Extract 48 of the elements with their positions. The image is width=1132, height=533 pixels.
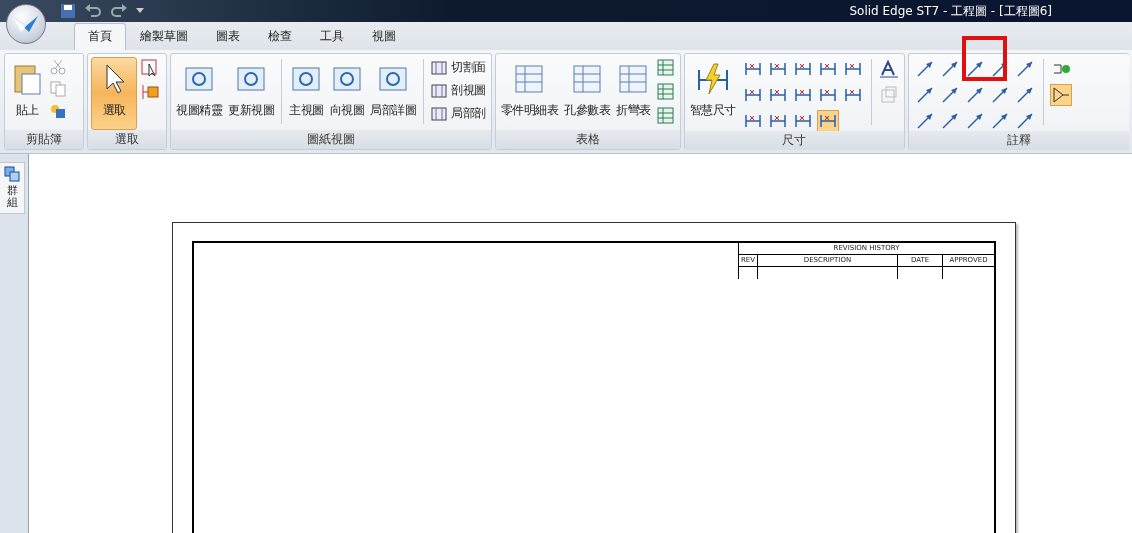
ribbon-tab[interactable]: 檢查 bbox=[254, 23, 306, 50]
ribbon-button[interactable]: 局部剖 bbox=[429, 104, 488, 123]
table-tool-icon[interactable] bbox=[656, 83, 675, 101]
ribbon-tab[interactable]: 首頁 bbox=[74, 23, 126, 50]
ribbon-button[interactable]: 選取 bbox=[91, 57, 137, 130]
section-view-icon bbox=[431, 83, 447, 98]
group-icon bbox=[4, 166, 20, 182]
ribbon-button[interactable]: 視圖精靈 bbox=[174, 57, 224, 130]
highlight-frame bbox=[962, 36, 1007, 81]
table-tool-icon[interactable] bbox=[656, 59, 675, 77]
redo-icon[interactable] bbox=[110, 3, 128, 19]
side-panel-label: 群組 bbox=[6, 185, 18, 210]
undo-icon[interactable] bbox=[84, 3, 102, 19]
ribbon-button[interactable]: 主視圖 bbox=[287, 57, 326, 130]
ribbon-tab[interactable]: 繪製草圖 bbox=[126, 23, 202, 50]
ribbon-button[interactable]: 折彎表 bbox=[614, 57, 653, 130]
ribbon-button[interactable]: 零件明細表 bbox=[498, 57, 560, 130]
ribbon-button[interactable]: 剖視圖 bbox=[429, 81, 488, 100]
window-title: Solid Edge ST7 - 工程圖 - [工程圖6] bbox=[849, 2, 1052, 20]
group-label: 表格 bbox=[495, 130, 680, 149]
side-panel-tab[interactable]: 群組 bbox=[0, 162, 25, 215]
group-label: 剪貼簿 bbox=[5, 130, 83, 149]
app-menu-button[interactable] bbox=[6, 4, 46, 44]
ribbon-button[interactable]: 貼上 bbox=[8, 57, 46, 130]
dimension-tool-icon[interactable] bbox=[817, 111, 838, 131]
dropdown-caret-icon[interactable] bbox=[136, 8, 144, 14]
ribbon-button[interactable]: 局部詳圖 bbox=[368, 57, 418, 130]
save-icon[interactable] bbox=[60, 3, 76, 19]
ribbon-button[interactable]: 向視圖 bbox=[327, 57, 366, 130]
group-label: 選取 bbox=[88, 130, 166, 149]
table-grid-icon bbox=[570, 62, 604, 96]
section-view-icon bbox=[431, 106, 447, 121]
ribbon-button[interactable]: 切割面 bbox=[429, 58, 488, 77]
ribbon-button[interactable]: 智慧尺寸 bbox=[687, 57, 738, 131]
group-label: 註釋 bbox=[908, 131, 1129, 150]
ribbon-button[interactable]: 更新視圖 bbox=[226, 57, 276, 130]
table-tool-icon[interactable] bbox=[656, 107, 675, 125]
ribbon-tab[interactable]: 圖表 bbox=[202, 23, 254, 50]
ribbon-tab[interactable]: 工具 bbox=[306, 23, 358, 50]
group-label: 圖紙視圖 bbox=[171, 130, 491, 149]
shapes-icon[interactable] bbox=[50, 103, 66, 119]
text-style-icon[interactable] bbox=[878, 59, 899, 79]
ribbon-button[interactable]: 孔參數表 bbox=[562, 57, 612, 130]
ribbon-tab[interactable]: 視圖 bbox=[358, 23, 410, 50]
group-label: 尺寸 bbox=[684, 131, 904, 150]
section-view-icon bbox=[431, 60, 447, 75]
pointer-frame-icon[interactable] bbox=[141, 59, 159, 77]
lightning-dimension-icon bbox=[695, 62, 730, 96]
